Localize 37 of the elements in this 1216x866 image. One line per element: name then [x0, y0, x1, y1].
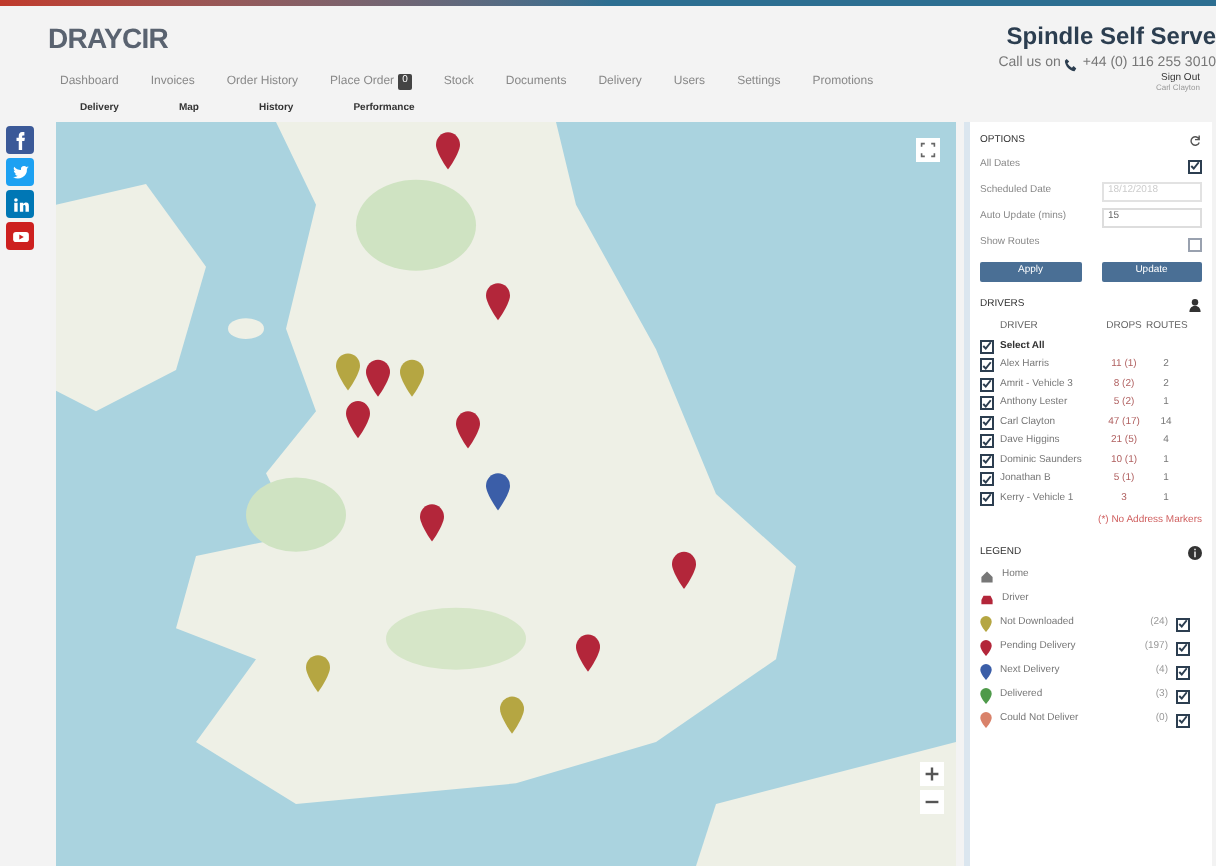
refresh-icon[interactable]: [1188, 134, 1202, 149]
plus-icon: [924, 766, 940, 782]
checkbox[interactable]: [980, 358, 994, 373]
logo[interactable]: DRAYCIR: [48, 18, 169, 60]
fullscreen-icon: [920, 142, 936, 158]
zoom-out-button[interactable]: [920, 790, 944, 814]
checkbox[interactable]: [1176, 713, 1190, 727]
checkbox[interactable]: [980, 491, 994, 506]
person-icon: [1188, 297, 1202, 312]
facebook-icon: [11, 131, 29, 149]
info-icon: [1188, 545, 1202, 560]
checkbox[interactable]: [1176, 689, 1190, 703]
site-title: Spindle Self Serve: [1006, 20, 1216, 54]
car-icon: [980, 594, 994, 606]
facebook-button[interactable]: [6, 126, 34, 154]
checkbox[interactable]: [980, 339, 994, 354]
youtube-icon: [11, 227, 29, 245]
checkbox[interactable]: [980, 434, 994, 449]
checkbox[interactable]: [980, 377, 994, 392]
twitter-icon: [11, 163, 29, 181]
checkbox[interactable]: [980, 396, 994, 411]
fullscreen-button[interactable]: [916, 138, 940, 162]
linkedin-icon: [11, 195, 29, 213]
youtube-button[interactable]: [6, 222, 34, 250]
checkbox[interactable]: [1188, 237, 1202, 251]
twitter-button[interactable]: [6, 158, 34, 186]
checkbox[interactable]: [1176, 641, 1190, 655]
zoom-in-button[interactable]: [920, 762, 944, 786]
home-icon: [980, 569, 994, 583]
checkbox[interactable]: [1176, 665, 1190, 679]
checkbox[interactable]: [1188, 159, 1202, 173]
phone-icon: [1064, 57, 1079, 72]
checkbox[interactable]: [980, 453, 994, 468]
linkedin-button[interactable]: [6, 190, 34, 218]
checkbox[interactable]: [980, 415, 994, 430]
checkbox[interactable]: [980, 472, 994, 487]
checkbox[interactable]: [1176, 617, 1190, 631]
